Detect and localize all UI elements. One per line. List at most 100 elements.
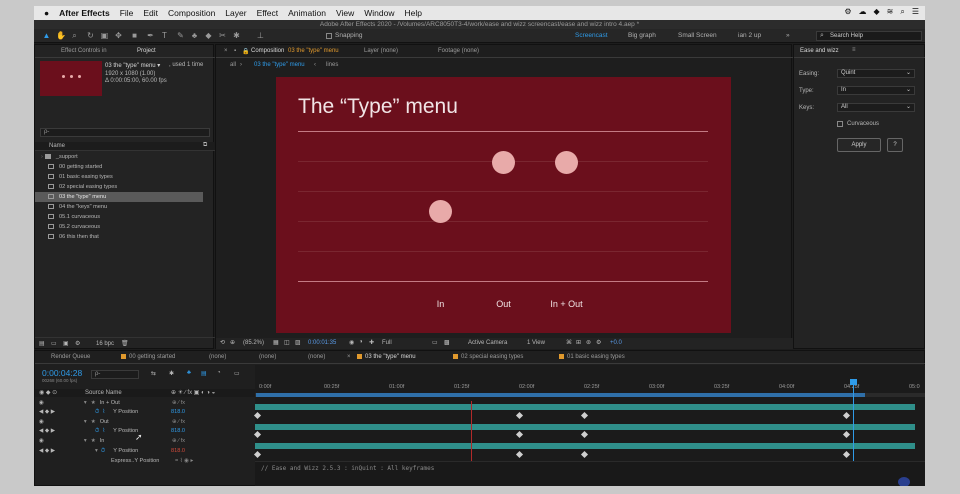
tab-composition[interactable]: Composition bbox=[251, 48, 284, 54]
magnification[interactable]: (85.2%) bbox=[243, 340, 264, 346]
eraser-tool-icon[interactable]: ◆ bbox=[204, 31, 213, 41]
menu-edit[interactable]: Edit bbox=[143, 8, 158, 18]
close-icon[interactable]: × bbox=[347, 354, 351, 360]
wifi-icon[interactable]: ≋ bbox=[887, 7, 894, 17]
menu-window[interactable]: Window bbox=[364, 8, 394, 18]
graph-editor-icon[interactable]: ▭ bbox=[234, 370, 240, 377]
new-folder-icon[interactable]: ▭ bbox=[51, 340, 57, 347]
playhead-handle[interactable] bbox=[850, 379, 857, 385]
y-position-value[interactable]: 818.0 bbox=[171, 427, 185, 436]
project-item[interactable]: 05.1 curvaceous bbox=[35, 212, 215, 222]
tab-01-basic-easing[interactable]: 01 basic easing types bbox=[559, 354, 625, 360]
local-axis-icon[interactable]: ⊥ bbox=[256, 31, 265, 41]
search-help-field[interactable]: ⌕ Search Help bbox=[816, 31, 922, 41]
clone-tool-icon[interactable]: ♣ bbox=[190, 31, 199, 41]
comp-mini-flowchart-icon[interactable]: ⇆ bbox=[151, 370, 156, 377]
layer-bar-out[interactable] bbox=[255, 424, 915, 430]
twirl-icon[interactable]: ▾ bbox=[95, 448, 98, 454]
views-select[interactable]: 1 View bbox=[527, 340, 545, 346]
ball-in[interactable] bbox=[429, 200, 452, 223]
rotate-tool-icon[interactable]: ↻ bbox=[86, 31, 95, 41]
frame-blending-icon[interactable]: ▤ bbox=[201, 370, 207, 377]
work-area-range[interactable] bbox=[256, 393, 865, 397]
ball-in-out[interactable] bbox=[555, 151, 578, 174]
stopwatch-icon[interactable]: ⏱ bbox=[95, 409, 99, 415]
keyframe[interactable] bbox=[515, 450, 524, 459]
eye-icon[interactable]: ◉ bbox=[39, 400, 44, 406]
menu-icon[interactable]: ☰ bbox=[912, 7, 919, 17]
tab-03-type-menu[interactable]: 03 the "type" menu bbox=[357, 354, 416, 360]
search-icon[interactable]: ⌕ bbox=[900, 7, 904, 17]
expression-editor[interactable]: // Ease and Wizz 2.5.3 : inQuint : All k… bbox=[255, 461, 925, 486]
keyframe[interactable] bbox=[580, 430, 589, 439]
keyframe-nav-icon[interactable]: ◀ ◆ ▶ bbox=[39, 448, 55, 454]
twirl-icon[interactable]: ▾ bbox=[84, 438, 87, 444]
panel-menu-icon[interactable]: ≡ bbox=[852, 47, 856, 53]
current-time[interactable]: 0:00:01:35 bbox=[308, 340, 336, 346]
y-position-value[interactable]: 818.0 bbox=[171, 408, 185, 417]
menu-layer[interactable]: Layer bbox=[225, 8, 246, 18]
keyframe[interactable] bbox=[253, 430, 262, 439]
tab-footage[interactable]: Footage (none) bbox=[438, 48, 479, 54]
new-comp-icon[interactable]: ▣ bbox=[63, 340, 69, 347]
bit-depth[interactable]: 16 bpc bbox=[96, 341, 114, 347]
tab-project[interactable]: Project bbox=[137, 48, 156, 54]
workspace-ian-2-up[interactable]: ian 2 up bbox=[738, 32, 761, 39]
layer-bar-in[interactable] bbox=[255, 443, 915, 449]
keyframe[interactable] bbox=[842, 450, 851, 459]
source-name-header[interactable]: Source Name bbox=[85, 390, 122, 396]
region-icon[interactable]: ◫ bbox=[284, 339, 290, 346]
flowchart-icon[interactable]: ⊞ bbox=[576, 339, 581, 346]
keys-select[interactable]: All ⌄ bbox=[837, 103, 915, 112]
interpret-footage-icon[interactable]: ▤ bbox=[39, 340, 45, 347]
stopwatch-icon[interactable]: ⏱ bbox=[101, 448, 105, 454]
selection-tool-icon[interactable]: ▲ bbox=[42, 31, 51, 41]
menu-effect[interactable]: Effect bbox=[257, 8, 279, 18]
breadcrumb-current[interactable]: 03 the "type" menu bbox=[254, 62, 305, 68]
graph-icon[interactable]: ⌇ bbox=[102, 428, 105, 434]
keyframe[interactable] bbox=[253, 411, 262, 420]
apply-button[interactable]: Apply bbox=[837, 138, 881, 152]
hand-tool-icon[interactable]: ✋ bbox=[56, 31, 66, 41]
render-icon[interactable]: ⌘ bbox=[566, 339, 572, 346]
zoom-tool-icon[interactable]: ⌕ bbox=[70, 31, 79, 41]
property-row[interactable]: ◀ ◆ ▶ ▾ ⏱ Y Position 818.0 bbox=[39, 447, 185, 456]
resolution-select[interactable]: Full bbox=[382, 340, 392, 346]
fast-previews-icon[interactable]: ▭ bbox=[432, 339, 438, 346]
timeline-search-input[interactable]: ρ- bbox=[91, 370, 139, 379]
reset-exposure-icon[interactable]: ⚙ bbox=[596, 339, 601, 346]
settings-icon[interactable]: ⚙ bbox=[75, 340, 80, 347]
layer-row[interactable]: ◉ ▾ ★ Out ⊕ ∕ fx bbox=[39, 418, 185, 427]
keyframe[interactable] bbox=[842, 430, 851, 439]
app-menu[interactable]: After Effects bbox=[59, 8, 110, 18]
eye-icon[interactable]: ◉ bbox=[39, 438, 44, 444]
y-position-value[interactable]: 818.0 bbox=[171, 447, 185, 456]
tab-none-3[interactable]: (none) bbox=[308, 354, 325, 360]
twirl-icon[interactable]: ▾ bbox=[84, 419, 87, 425]
keyframe[interactable] bbox=[580, 411, 589, 420]
mask-icon[interactable]: ⊕ bbox=[230, 339, 235, 346]
tab-layer[interactable]: Layer (none) bbox=[364, 48, 398, 54]
grid-icon[interactable]: ▦ bbox=[273, 339, 279, 346]
transparency-icon[interactable]: ▨ bbox=[295, 339, 301, 346]
snapshot-icon[interactable]: ◉ bbox=[349, 339, 354, 346]
timeline-graph[interactable]: 0:00f 00:25f 01:00f 01:25f 02:00f 02:25f 03:00… bbox=[253, 365, 925, 486]
graph-icon[interactable]: ⌇ bbox=[102, 409, 105, 415]
keyframe[interactable] bbox=[842, 411, 851, 420]
brush-tool-icon[interactable]: ✎ bbox=[176, 31, 185, 41]
pen-tool-icon[interactable]: ✒ bbox=[146, 31, 155, 41]
always-preview-icon[interactable]: ⟲ bbox=[220, 339, 225, 346]
channel-icon[interactable]: ✚ bbox=[369, 339, 374, 346]
tab-effect-controls[interactable]: Effect Controls in bbox=[61, 48, 107, 54]
column-name[interactable]: Name bbox=[49, 143, 65, 149]
stopwatch-icon[interactable]: ⏱ bbox=[95, 428, 99, 434]
menu-help[interactable]: Help bbox=[404, 8, 421, 18]
camera-tool-icon[interactable]: ▣ bbox=[100, 31, 109, 41]
gear-icon[interactable]: ⚙ bbox=[844, 7, 851, 17]
exposure-value[interactable]: +0.0 bbox=[610, 340, 622, 346]
project-item[interactable]: › _support bbox=[35, 152, 215, 162]
tab-composition-name[interactable]: 03 the "type" menu bbox=[288, 48, 339, 54]
cloud-icon[interactable]: ☁ bbox=[858, 7, 866, 17]
keyframe[interactable] bbox=[515, 411, 524, 420]
project-item[interactable]: 01 basic easing types bbox=[35, 172, 215, 182]
